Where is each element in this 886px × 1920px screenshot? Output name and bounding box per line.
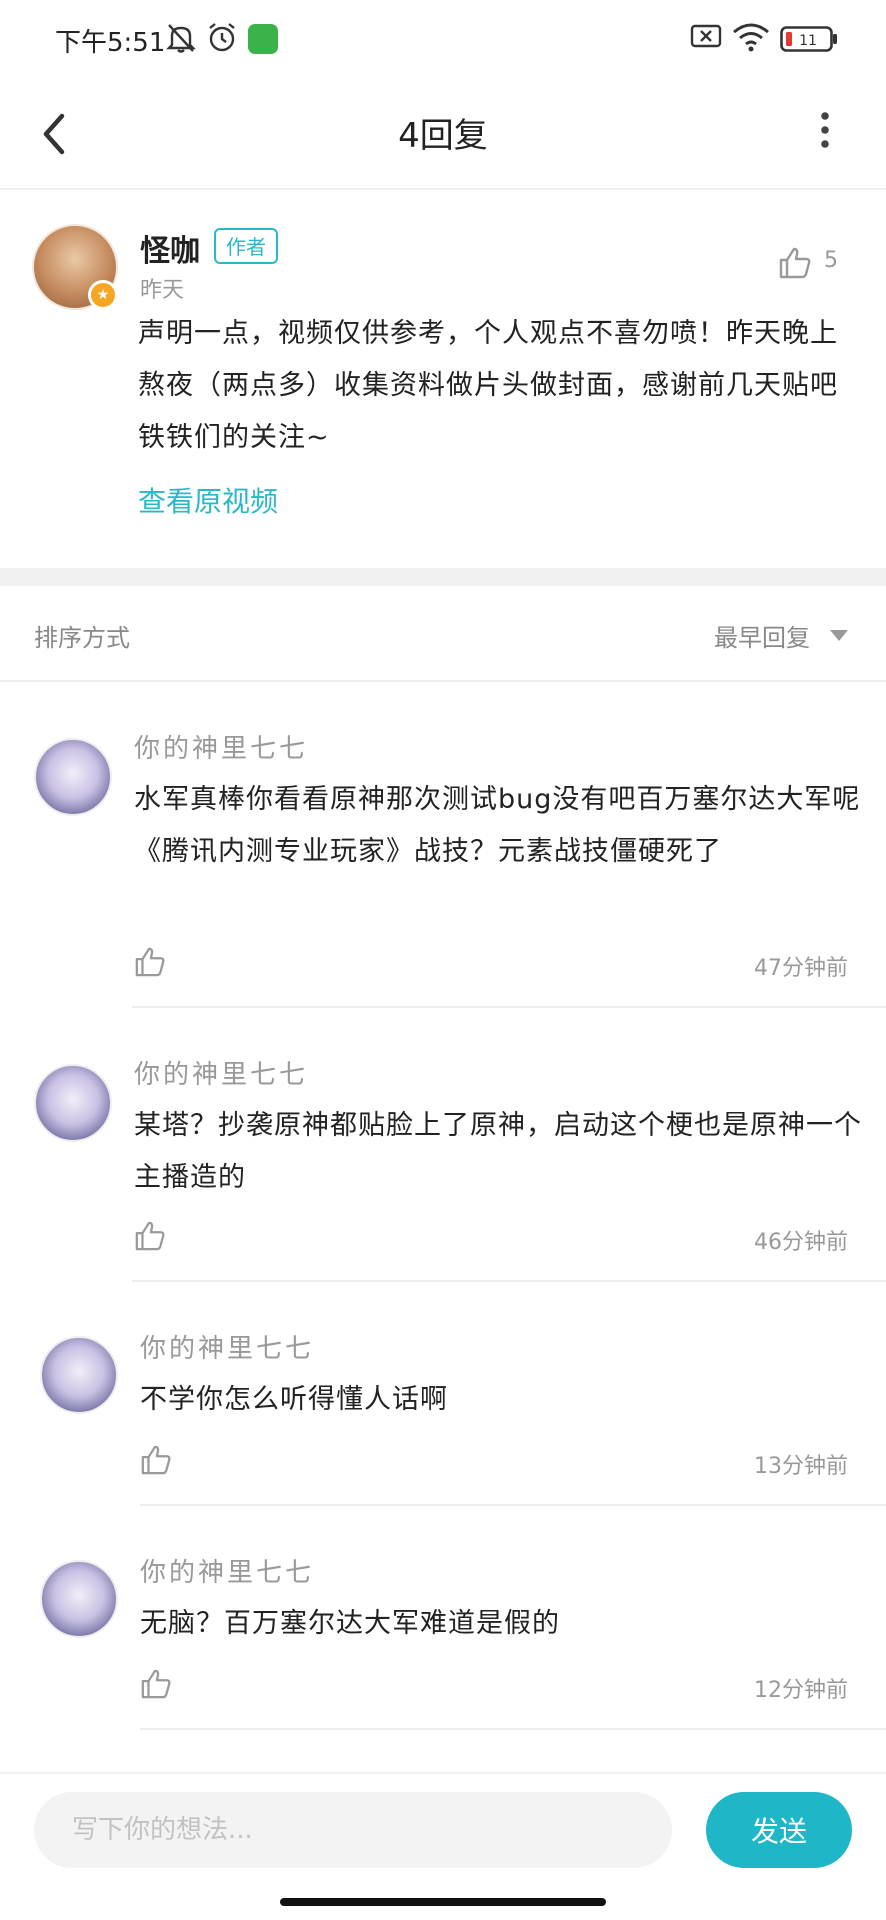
view-original-video-link[interactable]: 查看原视频 (138, 480, 278, 520)
section-divider (0, 568, 886, 586)
battery-icon: 11 (780, 26, 838, 56)
sim-off-icon (690, 22, 722, 54)
more-button[interactable] (810, 106, 840, 162)
alarm-icon (206, 22, 238, 58)
like-button[interactable] (134, 946, 166, 982)
caret-down-icon[interactable] (830, 630, 848, 641)
avatar[interactable] (40, 1336, 118, 1414)
sort-bar: 排序方式 最早回复 (0, 586, 886, 682)
top-nav: 4回复 (0, 78, 886, 190)
thumbs-up-icon (141, 1445, 171, 1475)
comment-input[interactable] (34, 1792, 672, 1868)
reply-username[interactable]: 你的神里七七 (134, 728, 308, 765)
divider (140, 1728, 886, 1730)
bell-mute-icon (166, 22, 196, 58)
author-tag: 作者 (214, 228, 278, 264)
reply-item: 你的神里七七 某塔？抄袭原神都贴脸上了原神，启动这个梗也是原神一个主播造的 46… (0, 1008, 886, 1282)
thumbs-up-icon (779, 247, 811, 279)
post-time: 昨天 (140, 278, 185, 303)
like-button[interactable] (140, 1668, 172, 1704)
more-vertical-icon (821, 112, 829, 148)
thumbs-up-icon (135, 947, 165, 977)
reply-item: 你的神里七七 不学你怎么听得懂人话啊 13分钟前 (0, 1282, 886, 1506)
avatar[interactable] (40, 1560, 118, 1638)
reply-time: 47分钟前 (754, 956, 848, 981)
main-post: ★ 怪咖 作者 昨天 5 声明一点，视频仅供参考，个人观点不喜勿喷！昨天晚上熬夜… (0, 190, 886, 568)
reply-item: 你的神里七七 水军真棒你看看原神那次测试bug没有吧百万塞尔达大军呢《腾讯内测专… (0, 682, 886, 1008)
reply-time: 46分钟前 (754, 1230, 848, 1255)
avatar[interactable] (34, 1064, 112, 1142)
reply-text: 水军真棒你看看原神那次测试bug没有吧百万塞尔达大军呢《腾讯内测专业玩家》战技？… (134, 784, 861, 867)
avatar[interactable] (34, 738, 112, 816)
thumbs-up-icon (141, 1669, 171, 1699)
reply-time: 13分钟前 (754, 1454, 848, 1479)
status-time: 下午5:51 (55, 28, 166, 58)
sort-dropdown[interactable]: 最早回复 (714, 618, 810, 653)
reply-time: 12分钟前 (754, 1678, 848, 1703)
post-text: 声明一点，视频仅供参考，个人观点不喜勿喷！昨天晚上熬夜（两点多）收集资料做片头做… (138, 318, 838, 453)
status-bar: 下午5:51 11 (0, 0, 886, 78)
like-button[interactable] (140, 1444, 172, 1480)
comment-bar: 发送 (0, 1772, 886, 1884)
svg-text:11: 11 (799, 33, 817, 49)
like-count: 5 (824, 248, 838, 273)
thumbs-up-icon (135, 1221, 165, 1251)
like-button[interactable] (134, 1220, 166, 1256)
reply-item: 你的神里七七 无脑？百万塞尔达大军难道是假的 12分钟前 (0, 1506, 886, 1730)
star-badge-icon: ★ (88, 280, 118, 310)
send-button[interactable]: 发送 (706, 1792, 852, 1868)
wifi-icon (732, 22, 770, 56)
like-button[interactable] (778, 246, 812, 284)
home-indicator[interactable] (280, 1898, 606, 1906)
app-icon (248, 24, 278, 54)
reply-text: 不学你怎么听得懂人话啊 (140, 1384, 448, 1415)
reply-username[interactable]: 你的神里七七 (134, 1054, 308, 1091)
reply-username[interactable]: 你的神里七七 (140, 1328, 314, 1365)
page-title: 4回复 (398, 116, 488, 156)
reply-username[interactable]: 你的神里七七 (140, 1552, 314, 1589)
author-name[interactable]: 怪咖 (140, 226, 200, 270)
reply-text: 无脑？百万塞尔达大军难道是假的 (140, 1608, 560, 1639)
sort-label: 排序方式 (34, 624, 130, 652)
reply-text: 某塔？抄袭原神都贴脸上了原神，启动这个梗也是原神一个主播造的 (134, 1110, 862, 1193)
